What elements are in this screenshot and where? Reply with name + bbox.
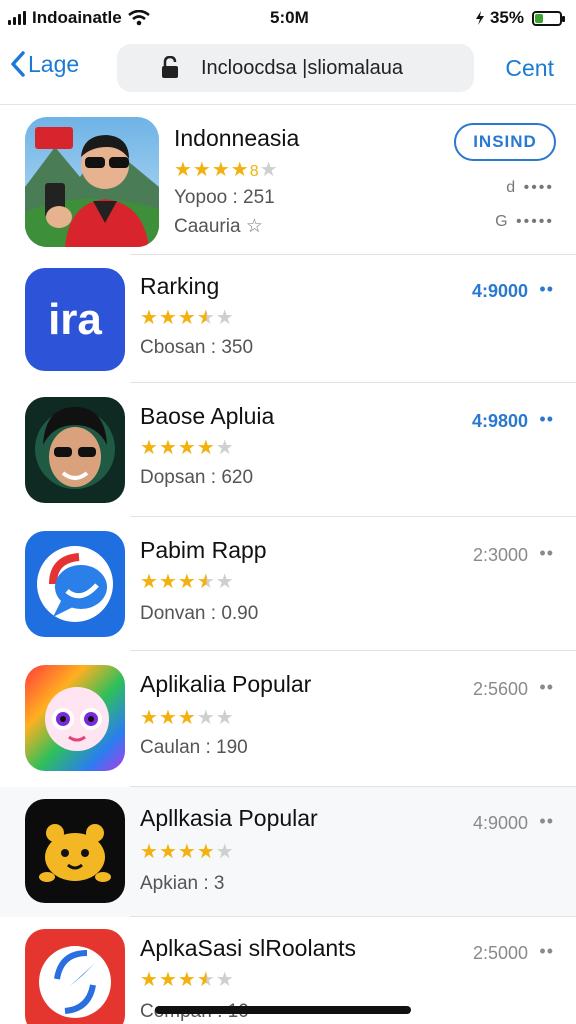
detail-line-2: G ••••• [495, 213, 554, 230]
search-field[interactable]: Incloocdsa |sliomalaua [117, 44, 474, 92]
app-title: Pabim Rapp [140, 537, 267, 563]
rating-count: 8 [249, 163, 260, 180]
home-indicator[interactable] [155, 1006, 411, 1014]
list-item[interactable]: Baose Apluia ★★★★★ Dopsan : 620 4:9800 •… [0, 383, 576, 517]
rating-stars: ★★★★★ [140, 969, 235, 991]
rating-stars: ★★★★★ [140, 707, 235, 729]
more-icon[interactable]: •• [539, 409, 554, 430]
app-title: Aplikalia Popular [140, 671, 312, 697]
lock-icon [162, 56, 178, 78]
app-meta: Dopsan : 620 [140, 467, 254, 488]
battery-fill [535, 13, 544, 23]
portrait-image [25, 117, 159, 247]
app-icon [25, 397, 125, 503]
back-button[interactable]: Lage [10, 50, 79, 78]
app-meta: Yopoo : 251 [174, 187, 275, 208]
app-icon [25, 929, 125, 1024]
location-icon [475, 11, 484, 25]
app-title: Indonneasia [174, 125, 300, 151]
rating-stars: ★★★★★ [140, 841, 235, 863]
price-label[interactable]: 4:9800 [472, 411, 528, 432]
battery-icon [532, 10, 565, 26]
search-text: Incloocdsa |sliomalaua [201, 56, 403, 79]
more-icon[interactable]: •• [539, 941, 554, 962]
featured-row[interactable]: Indonneasia ★★★★8★ Yopoo : 251 Caauria ☆… [0, 105, 576, 255]
star-outline-icon: ☆ [245, 216, 263, 237]
price-label[interactable]: 2:3000 [473, 545, 528, 566]
list-item[interactable]: ira Rarking ★★★★★ Cbosan : 350 4:9000 •• [0, 255, 576, 383]
price-label[interactable]: 4:9000 [473, 813, 528, 834]
app-title: Apllkasia Popular [140, 805, 318, 831]
app-title: Baose Apluia [140, 403, 275, 429]
rating-stars: ★★★★★ [140, 571, 235, 593]
get-button[interactable]: INSIND [454, 123, 556, 161]
signal-icon [8, 11, 26, 25]
app-icon [25, 531, 125, 637]
status-bar: Indoainatle 5:0M 35% [0, 0, 576, 34]
more-icon[interactable]: •• [539, 811, 554, 832]
back-label: Lage [28, 50, 80, 77]
app-icon: ira [25, 268, 125, 371]
more-icon[interactable]: •• [539, 543, 554, 564]
more-icon[interactable]: •• [539, 677, 554, 698]
list-item[interactable]: Apllkasia Popular ★★★★★ Apkian : 3 4:900… [0, 787, 576, 917]
list-item[interactable]: Pabim Rapp ★★★★★ Donvan : 0.90 2:3000 •• [0, 517, 576, 651]
wifi-icon [127, 10, 150, 26]
status-time: 5:0M [270, 8, 309, 27]
app-title: Rarking [140, 273, 220, 299]
rating-stars: ★★★★★ [140, 307, 235, 329]
rating-stars: ★★★★★ [140, 437, 235, 459]
cancel-button[interactable]: Cent [505, 55, 554, 82]
nav-bar: Lage Incloocdsa |sliomalaua Cent [0, 40, 576, 100]
featured-app-icon [25, 117, 159, 247]
more-icon[interactable]: •• [539, 279, 554, 300]
rating-stars: ★★★★8★ [174, 159, 279, 181]
app-title: AplkaSasi slRoolants [140, 935, 357, 961]
status-right: 35% [474, 8, 565, 28]
status-left: Indoainatle [8, 8, 150, 28]
price-label[interactable]: 2:5000 [473, 943, 528, 964]
app-icon [25, 799, 125, 903]
detail-line-1: d •••• [506, 179, 554, 196]
chevron-left-icon [11, 51, 25, 77]
app-meta: Donvan : 0.90 [140, 603, 259, 624]
price-label[interactable]: 4:9000 [472, 281, 528, 302]
category-label: Caauria [174, 216, 241, 237]
app-meta: Caulan : 190 [140, 737, 248, 758]
app-meta: Apkian : 3 [140, 873, 225, 894]
price-label[interactable]: 2:5600 [473, 679, 528, 700]
battery-percent: 35% [489, 8, 524, 27]
carrier-label: Indoainatle [32, 8, 122, 27]
list-item[interactable]: Aplikalia Popular ★★★★★ Caulan : 190 2:5… [0, 651, 576, 787]
app-meta: Cbosan : 350 [140, 337, 254, 358]
app-icon [25, 665, 125, 771]
app-category: Caauria ☆ [174, 215, 263, 238]
svg-text:ira: ira [48, 295, 102, 344]
